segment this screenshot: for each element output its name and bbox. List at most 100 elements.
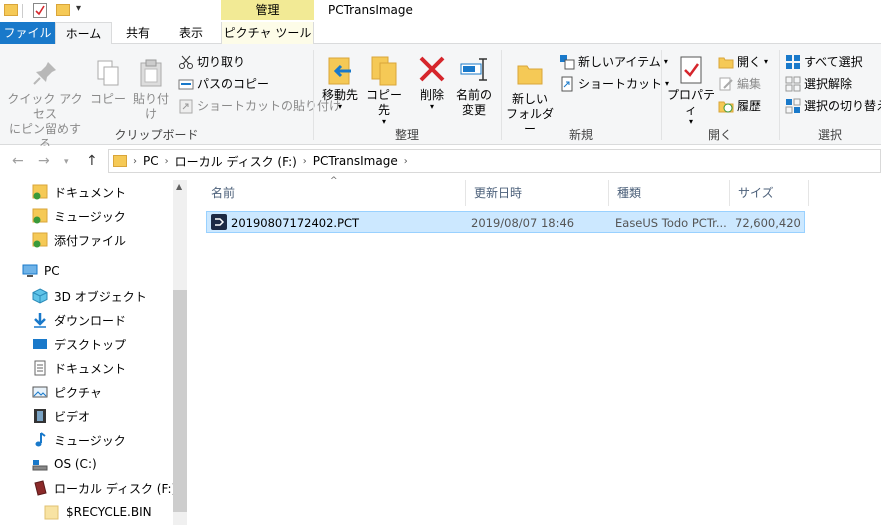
move-to-icon bbox=[325, 54, 355, 85]
chevron-right-icon[interactable]: › bbox=[133, 156, 137, 167]
nav-item-label: $RECYCLE.BIN bbox=[66, 505, 152, 519]
nav-item-pc[interactable]: PC bbox=[22, 259, 60, 283]
shortcut-label: ショートカット bbox=[578, 77, 663, 91]
copy-path-button[interactable]: パスのコピー bbox=[178, 76, 269, 92]
title-bar: ▾ 管理 PCTransImage bbox=[0, 0, 881, 22]
edit-button[interactable]: 編集 bbox=[718, 76, 761, 92]
edit-icon bbox=[718, 76, 734, 92]
nav-item-local-disk-f[interactable]: ローカル ディスク (F:) bbox=[32, 476, 176, 500]
file-type: EaseUS Todo PCTr... bbox=[615, 216, 727, 230]
chevron-right-icon[interactable]: › bbox=[165, 156, 169, 167]
new-item-label: 新しいアイテム bbox=[578, 55, 661, 69]
shortcut-button[interactable]: ショートカット ▾ bbox=[559, 76, 669, 92]
manage-tab[interactable]: 管理 bbox=[221, 0, 314, 20]
up-arrow-icon[interactable]: ↑ bbox=[86, 153, 98, 169]
properties-checkmark-icon bbox=[676, 54, 706, 84]
pin-icon bbox=[30, 58, 60, 88]
nav-item-label: ローカル ディスク (F:) bbox=[54, 481, 177, 496]
select-all-button[interactable]: すべて選択 bbox=[785, 54, 863, 70]
rename-button[interactable]: 名前の 変更 bbox=[454, 54, 494, 118]
nav-item-os-c[interactable]: OS (C:) bbox=[32, 452, 97, 476]
nav-item-music-quick[interactable]: ミュージック bbox=[32, 204, 126, 228]
scroll-up-icon[interactable]: ▲ bbox=[176, 182, 182, 191]
computer-icon bbox=[22, 263, 38, 279]
breadcrumb-local-disk[interactable]: ローカル ディスク (F:) bbox=[175, 153, 297, 170]
nav-item-label: ミュージック bbox=[54, 209, 126, 224]
ribbon-tab-row: ファイル ホーム 共有 表示 ピクチャ ツール bbox=[0, 22, 881, 45]
history-button[interactable]: 履歴 bbox=[718, 98, 761, 114]
properties-button[interactable]: プロパティ ▾ bbox=[666, 54, 716, 126]
nav-item-pictures[interactable]: ピクチャ bbox=[32, 380, 102, 404]
cut-label: 切り取り bbox=[197, 55, 246, 69]
forward-arrow-icon[interactable]: → bbox=[38, 153, 50, 169]
new-item-button[interactable]: 新しいアイテム ▾ bbox=[559, 54, 668, 70]
select-all-icon bbox=[785, 54, 801, 70]
copy-button[interactable]: コピー bbox=[90, 58, 126, 107]
chevron-right-icon[interactable]: › bbox=[404, 156, 408, 167]
copy-path-icon bbox=[178, 76, 194, 92]
nav-item-label: 添付ファイル bbox=[54, 233, 127, 248]
nav-item-attachments[interactable]: 添付ファイル bbox=[32, 228, 126, 252]
tab-home[interactable]: ホーム bbox=[55, 22, 112, 45]
new-item-icon bbox=[559, 54, 575, 70]
divider bbox=[22, 4, 23, 18]
address-bar[interactable]: › PC › ローカル ディスク (F:) › PCTransImage › bbox=[108, 149, 881, 173]
clipboard-group-label: クリップボード bbox=[114, 128, 199, 142]
delete-x-icon bbox=[417, 54, 447, 84]
chevron-right-icon[interactable]: › bbox=[303, 156, 307, 167]
nav-item-label: ピクチャ bbox=[54, 385, 102, 400]
nav-item-downloads[interactable]: ダウンロード bbox=[32, 308, 126, 332]
nav-item-videos[interactable]: ビデオ bbox=[32, 404, 90, 428]
properties-label: プロパティ bbox=[666, 88, 715, 117]
copy-to-button[interactable]: コピー先 ▾ bbox=[362, 54, 406, 126]
column-header-size[interactable]: サイズ bbox=[730, 180, 809, 206]
breadcrumb-pc[interactable]: PC bbox=[143, 154, 159, 168]
copy-to-dropdown-icon: ▾ bbox=[381, 117, 386, 126]
open-dropdown-icon: ▾ bbox=[764, 57, 769, 66]
nav-item-label: デスクトップ bbox=[54, 337, 127, 352]
cut-button[interactable]: 切り取り bbox=[178, 54, 245, 70]
column-header-type[interactable]: 種類 bbox=[609, 180, 730, 206]
delete-label: 削除 bbox=[419, 88, 444, 102]
nav-item-desktop[interactable]: デスクトップ bbox=[32, 332, 126, 356]
invert-selection-button[interactable]: 選択の切り替え bbox=[785, 98, 881, 114]
open-button[interactable]: 開く ▾ bbox=[718, 54, 768, 70]
tab-view[interactable]: 表示 bbox=[164, 22, 218, 44]
delete-button[interactable]: 削除 ▾ bbox=[412, 54, 452, 111]
paste-shortcut-button[interactable]: ショートカットの貼り付け bbox=[178, 98, 341, 114]
copy-label: コピー bbox=[90, 92, 127, 106]
back-arrow-icon[interactable]: ← bbox=[12, 153, 24, 169]
rename-label-line1: 名前の bbox=[455, 88, 492, 102]
customize-toolbar-icon[interactable]: ▾ bbox=[76, 3, 81, 14]
recent-locations-icon[interactable]: ▾ bbox=[64, 157, 69, 167]
shortcut-icon bbox=[559, 76, 575, 92]
nav-item-recycle-bin[interactable]: $RECYCLE.BIN bbox=[44, 500, 152, 524]
paste-button[interactable]: 貼り付け bbox=[128, 58, 174, 122]
nav-item-music[interactable]: ミュージック bbox=[32, 428, 126, 452]
nav-item-label: ビデオ bbox=[54, 409, 91, 424]
new-folder-quick-icon[interactable] bbox=[56, 4, 70, 16]
picture-icon bbox=[32, 384, 48, 400]
paste-shortcut-icon bbox=[178, 98, 194, 114]
nav-item-documents-quick[interactable]: ドキュメント bbox=[32, 180, 126, 204]
column-header-modified[interactable]: 更新日時 bbox=[466, 180, 609, 206]
move-to-button[interactable]: 移動先 ▾ bbox=[318, 54, 362, 111]
tab-picture-tools[interactable]: ピクチャ ツール bbox=[221, 22, 314, 44]
nav-item-3d-objects[interactable]: 3D オブジェクト bbox=[32, 284, 147, 308]
open-group-label: 開く bbox=[707, 128, 732, 142]
new-folder-icon bbox=[515, 58, 545, 88]
tab-share[interactable]: 共有 bbox=[112, 22, 164, 44]
folder-icon bbox=[113, 155, 127, 167]
paste-icon bbox=[136, 58, 166, 88]
paste-label: 貼り付け bbox=[132, 92, 169, 121]
tab-file[interactable]: ファイル bbox=[0, 22, 55, 44]
breadcrumb-pctransimage[interactable]: PCTransImage bbox=[313, 154, 398, 168]
nav-item-documents[interactable]: ドキュメント bbox=[32, 356, 126, 380]
table-row[interactable]: 20190807172402.PCT 2019/08/07 18:46 Ease… bbox=[206, 211, 805, 233]
folder-icon bbox=[4, 4, 18, 16]
properties-quick-icon[interactable] bbox=[33, 3, 47, 18]
select-none-button[interactable]: 選択解除 bbox=[785, 76, 852, 92]
nav-pane-scroll-thumb[interactable] bbox=[173, 290, 187, 512]
delete-dropdown-icon: ▾ bbox=[429, 102, 434, 111]
column-header-name[interactable]: 名前 bbox=[203, 180, 466, 206]
